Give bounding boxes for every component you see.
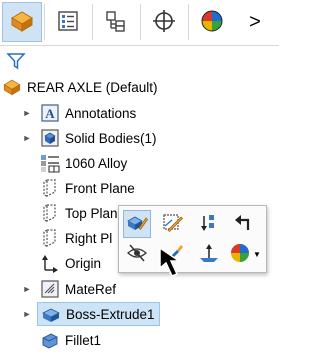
- tree-item-material[interactable]: 1060 Alloy: [40, 151, 127, 175]
- toolbar-separator: [140, 4, 141, 40]
- tree-item-label: Solid Bodies(1): [65, 130, 157, 146]
- expand-arrow-icon[interactable]: ►: [20, 108, 34, 118]
- edit-sketch-button[interactable]: [159, 210, 187, 238]
- tree-item-label: 1060 Alloy: [65, 155, 128, 171]
- tree-root[interactable]: REAR AXLE (Default): [2, 75, 158, 99]
- expand-arrow-icon[interactable]: ►: [20, 133, 34, 143]
- toolbar-separator: [188, 4, 189, 40]
- solid-bodies-icon: [40, 128, 60, 148]
- material-icon: [40, 153, 60, 173]
- filter-funnel-icon: [6, 53, 26, 73]
- extrude-feature-icon: [41, 304, 61, 324]
- tree-item-label: Front Plane: [65, 180, 135, 196]
- tree-item-mate-references[interactable]: ► MateRef: [20, 277, 116, 301]
- dimxpert-manager-tab[interactable]: [144, 2, 184, 42]
- display-manager-tab[interactable]: [192, 2, 232, 42]
- dimxpert-manager-tab-icon: [151, 8, 177, 37]
- annotations-icon: A: [40, 103, 60, 123]
- mouse-pointer-icon: [158, 246, 194, 282]
- hide-button[interactable]: [123, 240, 151, 268]
- edit-sketch-icon: [162, 212, 184, 237]
- fillet-feature-icon: [40, 330, 60, 350]
- property-manager-tab-icon: [56, 9, 80, 36]
- plane-icon: [40, 203, 60, 223]
- tree-item-label: Origin: [65, 255, 102, 271]
- normal-to-icon: [198, 242, 220, 267]
- tree-item-top-plane[interactable]: Top Plane: [40, 201, 125, 225]
- rollback-button[interactable]: [195, 210, 223, 238]
- expand-arrow-icon[interactable]: ►: [20, 309, 34, 319]
- plane-icon: [40, 228, 60, 248]
- expand-arrow-icon[interactable]: ►: [20, 284, 34, 294]
- edit-feature-icon: [126, 212, 148, 237]
- property-manager-tab[interactable]: [48, 2, 88, 42]
- tree-item-front-plane[interactable]: Front Plane: [40, 176, 135, 200]
- toolbar-separator: [44, 4, 45, 40]
- toolbar-separator: [92, 4, 93, 40]
- tree-item-label: Boss-Extrude1: [66, 306, 155, 322]
- parent-child-button[interactable]: [229, 210, 257, 238]
- rollback-icon: [198, 212, 220, 237]
- tree-item-label: Fillet1: [65, 332, 102, 348]
- dropdown-caret-icon: ▼: [253, 249, 261, 259]
- tree-item-label: MateRef: [65, 281, 117, 297]
- plane-icon: [40, 178, 60, 198]
- more-tabs-button[interactable]: >: [240, 2, 270, 42]
- configuration-manager-tab-icon: [104, 9, 128, 36]
- toolbar-divider: [0, 45, 279, 46]
- normal-to-button[interactable]: [195, 240, 223, 268]
- tree-item-right-plane[interactable]: Right Pl: [40, 226, 112, 250]
- tree-item-solid-bodies[interactable]: ► Solid Bodies(1): [20, 126, 157, 150]
- selection-highlight: Boss-Extrude1: [37, 302, 160, 326]
- tree-item-origin[interactable]: Origin: [40, 251, 101, 275]
- feature-manager-toolbar: >: [0, 0, 279, 46]
- more-tabs-chevron-icon: >: [249, 10, 261, 33]
- appearance-dropdown-button[interactable]: ▼: [227, 240, 263, 268]
- tree-item-boss-extrude[interactable]: ► Boss-Extrude1: [20, 302, 160, 326]
- part-icon: [2, 77, 22, 97]
- tree-item-annotations[interactable]: ► A Annotations: [20, 101, 136, 125]
- appearance-icon: [229, 242, 251, 267]
- edit-feature-button[interactable]: [123, 210, 151, 238]
- parent-child-icon: [232, 212, 254, 237]
- tree-item-label: Right Pl: [65, 230, 113, 246]
- tree-filter-button[interactable]: [6, 52, 26, 70]
- origin-icon: [40, 253, 60, 273]
- feature-manager-tab[interactable]: [2, 2, 42, 42]
- tree-item-label: Annotations: [65, 105, 137, 121]
- hide-icon: [126, 242, 148, 267]
- tree-item-fillet[interactable]: Fillet1: [40, 328, 101, 352]
- mate-references-icon: [40, 279, 60, 299]
- tree-item-label: Top Plane: [65, 205, 126, 221]
- svg-text:A: A: [45, 106, 55, 121]
- display-manager-tab-icon: [199, 8, 225, 37]
- feature-manager-tab-icon: [9, 8, 35, 37]
- tree-root-label: REAR AXLE (Default): [27, 79, 158, 95]
- configuration-manager-tab[interactable]: [96, 2, 136, 42]
